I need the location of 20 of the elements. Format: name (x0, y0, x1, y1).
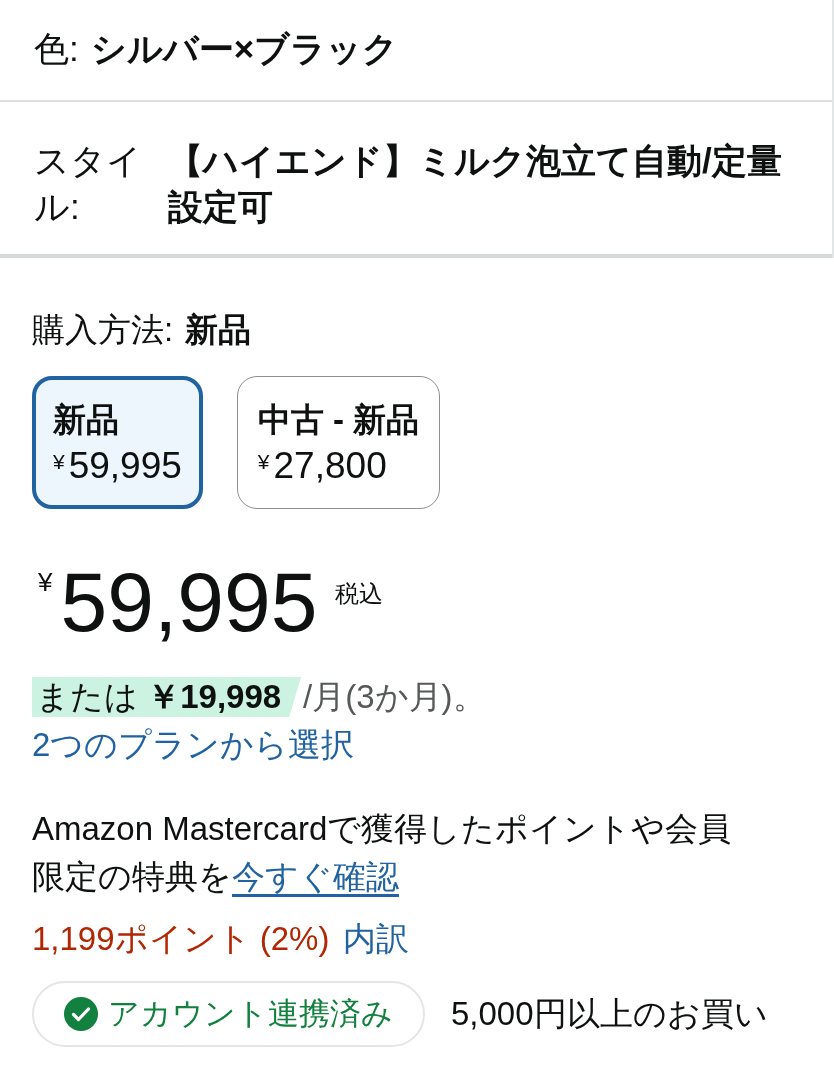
account-linked-chip[interactable]: アカウント連携済み (32, 981, 425, 1047)
purchase-method-value: 新品 (185, 310, 252, 350)
promo-text: 5,000円以上のお買い (451, 994, 768, 1034)
purchase-option[interactable]: 新品 ¥59,995 (32, 376, 203, 509)
color-value: シルバー×ブラック (90, 28, 399, 70)
price-amount: 59,995 (60, 557, 318, 647)
plans-link[interactable]: 2つのプランから選択 (32, 723, 355, 767)
installment-period: /月(3か月)。 (303, 677, 486, 717)
style-label: スタイル: (34, 140, 143, 228)
card-promo-text: Amazon Mastercardで獲得したポイントや会員限定の特典を今すぐ確認 (32, 809, 733, 897)
style-value: 【ハイエンド】ミルク泡立て自動/定量設定可 (168, 140, 783, 228)
confirm-link[interactable]: 今すぐ確認 (232, 858, 399, 895)
breakdown-link[interactable]: 内訳 (343, 917, 410, 961)
purchase-option[interactable]: 中古 - 新品 ¥27,800 (236, 376, 441, 509)
tax-note: 税込 (335, 579, 384, 609)
purchase-method-label: 購入方法: (32, 310, 174, 350)
currency-symbol: ¥ (38, 567, 53, 597)
color-label: 色: (34, 28, 79, 70)
installment-offer: または ￥19,998 (32, 677, 302, 717)
points-text: 1,199ポイント (2%) (32, 919, 330, 959)
